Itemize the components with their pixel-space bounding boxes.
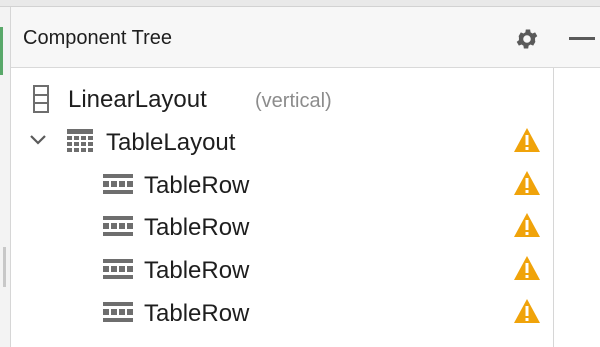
left-gutter [0, 7, 10, 347]
window-top-border [0, 0, 600, 7]
gear-icon[interactable] [514, 26, 540, 52]
minimize-icon[interactable] [569, 37, 595, 40]
tree-item-tablelayout[interactable]: TableLayout [11, 121, 553, 161]
tree-item-label: LinearLayout [68, 86, 207, 113]
component-tree: LinearLayout (vertical) TableLayout Tabl… [11, 68, 553, 347]
tree-item-tablerow[interactable]: TableRow [11, 292, 553, 332]
warning-icon[interactable] [513, 255, 541, 281]
warning-icon[interactable] [513, 170, 541, 196]
chevron-down-icon[interactable] [29, 133, 47, 147]
table-row-icon [103, 259, 133, 279]
warning-icon[interactable] [513, 298, 541, 324]
tree-item-label: TableRow [144, 300, 250, 327]
tree-item-label: TableRow [144, 214, 250, 241]
tree-item-label: TableRow [144, 172, 250, 199]
gutter-marker-gray [3, 247, 6, 287]
table-layout-icon [67, 129, 93, 152]
table-row-icon [103, 216, 133, 236]
component-tree-panel: Component Tree LinearLayout (vertical) T… [10, 7, 600, 347]
gutter-marker-green [0, 27, 3, 75]
panel-splitter[interactable] [553, 68, 554, 347]
panel-title: Component Tree [23, 27, 172, 49]
linear-layout-icon [33, 85, 49, 113]
warning-icon[interactable] [513, 212, 541, 238]
tree-item-tablerow[interactable]: TableRow [11, 249, 553, 289]
tree-item-tablerow[interactable]: TableRow [11, 206, 553, 246]
tree-item-label: TableLayout [106, 129, 236, 156]
table-row-icon [103, 174, 133, 194]
tree-item-tablerow[interactable]: TableRow [11, 164, 553, 204]
warning-icon[interactable] [513, 127, 541, 153]
tree-item-label: TableRow [144, 257, 250, 284]
tree-item-sublabel: (vertical) [255, 90, 332, 112]
panel-header: Component Tree [11, 7, 600, 68]
tree-item-linearlayout[interactable]: LinearLayout (vertical) [11, 78, 553, 118]
table-row-icon [103, 302, 133, 322]
